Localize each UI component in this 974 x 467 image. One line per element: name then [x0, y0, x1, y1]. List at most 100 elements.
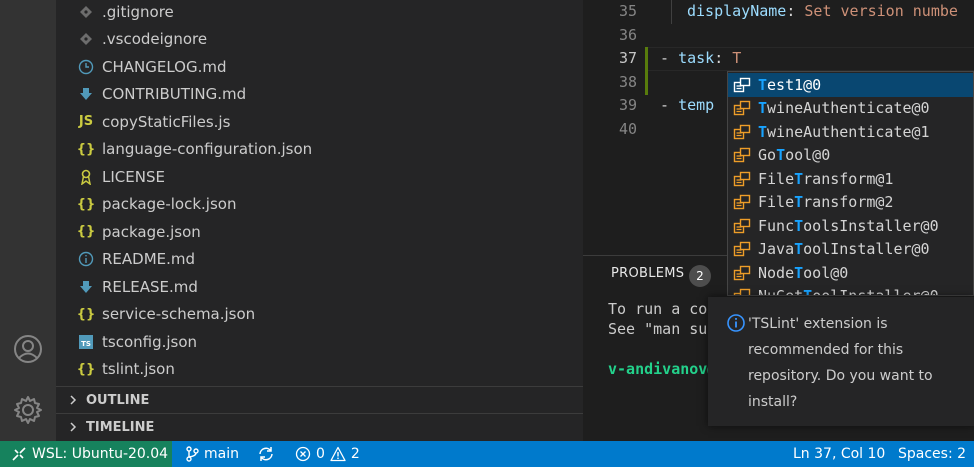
file-name: README.md	[102, 250, 196, 269]
notification-toast: 'TSLint' extension is recommended for th…	[708, 297, 974, 426]
snippet-icon	[732, 100, 752, 116]
warning-icon	[330, 446, 346, 462]
info-icon	[76, 249, 96, 269]
gear-icon[interactable]	[10, 392, 46, 428]
line-number: 40	[618, 119, 637, 138]
code-line[interactable]: 35 displayName: Set version numbe	[583, 0, 974, 24]
js-icon: JS	[78, 114, 94, 130]
file-name: CHANGELOG.md	[102, 57, 227, 76]
ts-icon: TS	[76, 332, 96, 352]
outline-section-header[interactable]: OUTLINE	[56, 386, 583, 413]
file-name: CONTRIBUTING.md	[102, 85, 247, 104]
line-number: 35	[618, 2, 637, 20]
suggestion-item[interactable]: Test1@0	[728, 73, 973, 97]
license-ribbon-icon	[76, 167, 96, 187]
vscode-diamond-icon	[76, 29, 96, 49]
line-number: 37	[618, 49, 637, 67]
json-braces-icon: {}	[76, 196, 96, 212]
file-item[interactable]: LICENSE	[56, 163, 583, 191]
snippet-icon	[732, 171, 752, 187]
suggestion-item[interactable]: NodeTool@0	[728, 261, 973, 285]
terminal-prompt[interactable]: v-andivanov@	[608, 360, 716, 378]
file-name: LICENSE	[102, 167, 165, 186]
file-item[interactable]: JS copyStaticFiles.js	[56, 108, 583, 136]
snippet-icon	[732, 288, 752, 295]
code-line[interactable]: 36	[583, 24, 974, 48]
code-text: displayName: Set version numbe	[687, 2, 958, 20]
code-line[interactable]: 37 - task: T	[583, 47, 974, 71]
file-item[interactable]: {} package-lock.json	[56, 191, 583, 219]
activity-bar	[0, 0, 56, 441]
json-braces-icon: {}	[76, 361, 96, 377]
download-arrow-icon	[76, 84, 96, 104]
json-braces-icon: {}	[76, 224, 96, 240]
info-icon	[727, 314, 745, 332]
code-text: - task: T	[660, 49, 742, 67]
suggestion-item[interactable]: TwineAuthenticate@0	[728, 97, 973, 121]
suggestion-widget[interactable]: Test1@0 TwineAuthenticate@0 TwineAuthentic…	[727, 71, 974, 296]
suggestion-label: NodeTool@0	[758, 263, 849, 282]
suggestion-item[interactable]: TwineAuthenticate@1	[728, 120, 973, 144]
file-name: service-schema.json	[102, 305, 256, 324]
snippet-icon	[732, 265, 752, 281]
file-name: tsconfig.json	[102, 332, 198, 351]
file-name: .gitignore	[102, 2, 174, 21]
suggestion-label: JavaToolInstaller@0	[758, 240, 930, 259]
sync-button[interactable]	[257, 441, 280, 467]
explorer-sidebar: .gitignore .vscodeignore CHANGELOG.md CONTR…	[56, 0, 583, 441]
remote-indicator[interactable]: WSL: Ubuntu-20.04	[0, 441, 172, 467]
indentation-setting[interactable]: Spaces: 2	[898, 441, 966, 467]
file-name: package-lock.json	[102, 195, 237, 214]
git-branch-icon	[186, 446, 199, 462]
file-item[interactable]: .gitignore	[56, 0, 583, 26]
sync-icon	[259, 447, 273, 461]
tab-problems[interactable]: PROBLEMS	[611, 266, 684, 281]
file-name: copyStaticFiles.js	[102, 112, 231, 131]
file-item[interactable]: {} package.json	[56, 218, 583, 246]
suggestion-item[interactable]: NuGetToolInstaller@0	[728, 285, 973, 295]
json-braces-icon: {}	[76, 306, 96, 322]
file-item[interactable]: README.md	[56, 246, 583, 274]
suggestion-item[interactable]: FileTransform@1	[728, 167, 973, 191]
file-item[interactable]: CHANGELOG.md	[56, 53, 583, 81]
terminal-line: See "man sud	[608, 320, 717, 338]
chevron-right-icon	[64, 418, 82, 436]
suggestion-item[interactable]: GoTool@0	[728, 144, 973, 168]
suggestion-item[interactable]: FileTransform@2	[728, 191, 973, 215]
suggestion-label: FileTransform@2	[758, 193, 894, 212]
file-name: package.json	[102, 222, 201, 241]
file-item[interactable]: TS tsconfig.json	[56, 328, 583, 356]
status-bar: WSL: Ubuntu-20.04 main 0 2 Ln 37, Col 10…	[0, 441, 974, 467]
suggestion-item[interactable]: JavaToolInstaller@0	[728, 238, 973, 262]
remote-icon	[12, 447, 26, 461]
timeline-label: TIMELINE	[86, 419, 155, 435]
file-item[interactable]: RELEASE.md	[56, 273, 583, 301]
clock-icon	[76, 57, 96, 77]
snippet-icon	[732, 241, 752, 257]
file-name: .vscodeignore	[102, 30, 208, 49]
file-name: language-configuration.json	[102, 140, 313, 159]
line-number: 36	[618, 25, 637, 44]
file-tree: .gitignore .vscodeignore CHANGELOG.md CONTR…	[56, 0, 583, 385]
git-diamond-icon	[76, 2, 96, 22]
file-item[interactable]: {} language-configuration.json	[56, 136, 583, 164]
branch-indicator[interactable]: main	[185, 441, 239, 467]
file-item[interactable]: {} tslint.json	[56, 356, 583, 384]
file-name: RELEASE.md	[102, 277, 198, 296]
timeline-section-header[interactable]: TIMELINE	[56, 413, 583, 440]
file-item[interactable]: CONTRIBUTING.md	[56, 81, 583, 109]
problems-indicator[interactable]: 0 2	[295, 441, 360, 467]
json-braces-icon: {}	[76, 141, 96, 157]
snippet-icon	[732, 147, 752, 163]
snippet-icon	[732, 194, 752, 210]
snippet-icon	[732, 124, 752, 140]
account-icon[interactable]	[10, 331, 46, 367]
error-icon	[295, 446, 311, 462]
file-item[interactable]: {} service-schema.json	[56, 301, 583, 329]
suggestion-item[interactable]: FuncToolsInstaller@0	[728, 214, 973, 238]
error-count: 0	[316, 446, 325, 462]
remote-label: WSL: Ubuntu-20.04	[32, 446, 169, 462]
cursor-position[interactable]: Ln 37, Col 10	[793, 441, 885, 467]
file-item[interactable]: .vscodeignore	[56, 26, 583, 54]
download-arrow-icon	[76, 277, 96, 297]
